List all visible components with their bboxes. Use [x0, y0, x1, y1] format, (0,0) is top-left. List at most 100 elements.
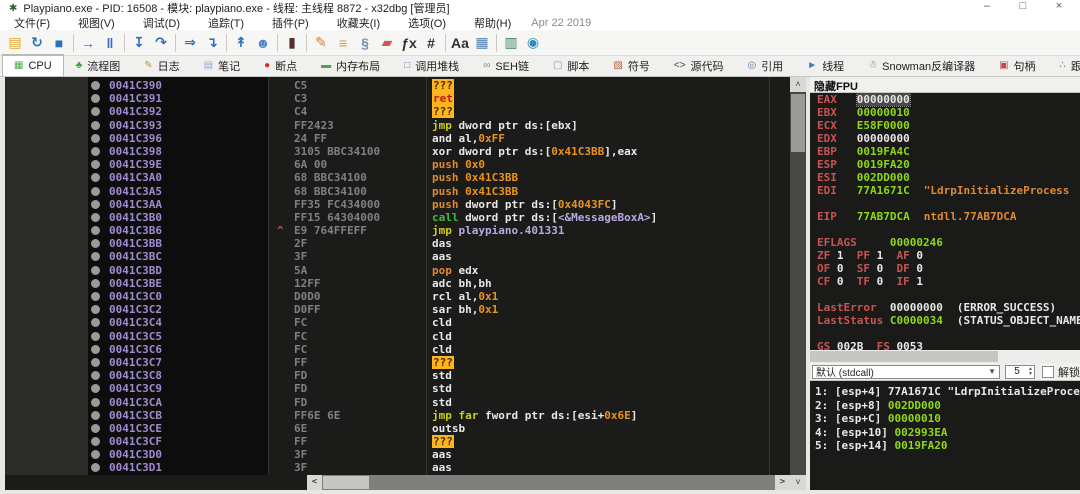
execute-till-return-icon[interactable]: ⇒: [179, 33, 201, 53]
disasm-row[interactable]: 0041C3C5 FC cld: [5, 330, 790, 343]
stop-icon[interactable]: ■: [48, 33, 70, 53]
stepper-down-icon[interactable]: ▼: [1028, 371, 1033, 377]
animate-into-icon[interactable]: ↟: [230, 33, 252, 53]
stack-argument-row[interactable]: 1: [esp+4] 77A1671C "LdrpInitializeProce…: [810, 385, 1080, 399]
register-value[interactable]: 002DD000: [857, 171, 910, 184]
breakpoint-dot[interactable]: [91, 81, 100, 90]
breakpoint-dot[interactable]: [91, 186, 100, 196]
scroll-right-arrow[interactable]: >: [775, 475, 790, 490]
tab-notes[interactable]: ▤ 笔记: [192, 55, 252, 76]
disasm-row[interactable]: 0041C396 24 FF and al,0xFF: [5, 132, 790, 145]
breakpoint-dot[interactable]: [91, 226, 100, 236]
disasm-row[interactable]: 0041C3C9 FD std: [5, 382, 790, 395]
breakpoint-dot[interactable]: [91, 357, 100, 367]
breakpoint-dot[interactable]: [91, 463, 100, 473]
tab-log[interactable]: ✎ 日志: [132, 55, 191, 76]
breakpoint-dot[interactable]: [91, 437, 100, 447]
tab-script[interactable]: ▢ 脚本: [541, 55, 601, 76]
hide-debugger-icon[interactable]: ▮: [281, 33, 303, 53]
disasm-horizontal-scrollbar[interactable]: < >: [307, 475, 790, 490]
flag-value[interactable]: 0053: [897, 340, 937, 350]
disasm-row[interactable]: 0041C39E 6A 00 push 0x0: [5, 158, 790, 171]
comments-icon[interactable]: ≡: [332, 33, 354, 53]
disasm-row[interactable]: 0041C393 FF2423 jmp dword ptr ds:[ebx]: [5, 119, 790, 132]
registers-scroll-thumb[interactable]: [810, 351, 998, 362]
breakpoint-dot[interactable]: [91, 292, 100, 301]
tab-cpu[interactable]: ▦ CPU: [2, 54, 64, 76]
breakpoint-dot[interactable]: [91, 133, 100, 143]
tab-seh-chain[interactable]: ∞ SEH链: [471, 55, 541, 76]
register-value[interactable]: 0019FA20: [857, 158, 910, 171]
disasm-row[interactable]: 0041C391 C3 ret: [5, 92, 790, 106]
register-value[interactable]: C0000034: [890, 314, 943, 327]
disasm-row[interactable]: 0041C398 3105 BBC34100 xor dword ptr ds:[0…: [5, 145, 790, 158]
breakpoint-dot[interactable]: [91, 239, 100, 249]
disasm-row[interactable]: 0041C3B0 FF15 64304000 call dword ptr ds:[…: [5, 211, 790, 224]
disasm-row[interactable]: 0041C3C7 FF???: [5, 355, 790, 369]
register-value[interactable]: 00000010: [857, 106, 910, 119]
minimize-button[interactable]: –: [980, 0, 994, 12]
disasm-row[interactable]: 0041C3C8 FD std: [5, 369, 790, 382]
breakpoint-dot[interactable]: [91, 278, 100, 288]
disasm-row[interactable]: 0041C3BE 12FF adc bh,bh: [5, 277, 790, 290]
tab-references[interactable]: ◎ 引用: [736, 55, 796, 76]
open-file-icon[interactable]: ▤: [4, 33, 26, 53]
breakpoint-dot[interactable]: [91, 423, 100, 433]
breakpoint-dot[interactable]: [91, 450, 100, 460]
tab-trace[interactable]: ∴ 跟踪: [1048, 55, 1080, 76]
breakpoint-dot[interactable]: [91, 384, 100, 394]
disasm-row[interactable]: 0041C3B6 ^ E9 764FFEFF jmp playpiano.401331: [5, 224, 790, 237]
stack-argument-row[interactable]: 4: [esp+10] 002993EA: [810, 426, 1080, 440]
breakpoint-dot[interactable]: [91, 344, 100, 354]
breakpoint-dot[interactable]: [91, 305, 100, 315]
flag-value[interactable]: 1: [916, 275, 936, 288]
flag-value[interactable]: 0: [877, 262, 897, 275]
notebook-icon[interactable]: ▥: [500, 33, 522, 53]
flag-value[interactable]: 1: [877, 249, 897, 262]
disasm-row[interactable]: 0041C392 C4???: [5, 105, 790, 119]
register-value[interactable]: 0019FA4C: [857, 145, 910, 158]
tab-breakpoints[interactable]: ● 断点: [252, 55, 309, 76]
menu-trace[interactable]: 追踪(T): [194, 15, 258, 31]
calculator-icon[interactable]: ▦: [471, 33, 493, 53]
font-icon[interactable]: Aa: [449, 33, 471, 53]
register-value[interactable]: 00000000: [855, 93, 911, 107]
disasm-row[interactable]: 0041C3C2 D0FF sar bh,0x1: [5, 303, 790, 316]
vertical-scroll-thumb[interactable]: [791, 94, 805, 152]
register-value[interactable]: 77A1671C: [857, 184, 910, 197]
scroll-down-arrow[interactable]: ˅: [790, 475, 806, 490]
disasm-row[interactable]: 0041C3A5 68 BBC34100 push 0x41C3BB: [5, 185, 790, 198]
menu-help[interactable]: 帮助(H): [460, 15, 525, 31]
disasm-row[interactable]: 0041C3CF FF???: [5, 435, 790, 449]
breakpoint-dot[interactable]: [91, 318, 100, 328]
unlock-checkbox[interactable]: [1042, 365, 1054, 378]
pause-icon[interactable]: ‖: [99, 33, 121, 53]
tab-graph[interactable]: ♣ 流程图: [64, 55, 133, 76]
breakpoint-dot[interactable]: [91, 371, 100, 381]
step-out-icon[interactable]: ↴: [201, 33, 223, 53]
stack-argument-row[interactable]: 3: [esp+C] 00000010: [810, 412, 1080, 426]
horizontal-scroll-thumb[interactable]: [323, 476, 369, 489]
step-into-icon[interactable]: ↧: [128, 33, 150, 53]
disasm-row[interactable]: 0041C3BB 2F das: [5, 237, 790, 250]
stack-argument-row[interactable]: 2: [esp+8] 002DD000: [810, 399, 1080, 413]
argument-count-stepper[interactable]: 5 ▲ ▼: [1005, 364, 1035, 379]
tab-memory-map[interactable]: ▬ 内存布局: [309, 55, 392, 76]
close-button[interactable]: ×: [1052, 0, 1066, 12]
tab-threads[interactable]: ► 线程: [795, 55, 856, 76]
menu-view[interactable]: 视图(V): [64, 15, 129, 31]
flag-value[interactable]: 002B: [837, 340, 877, 350]
flag-value[interactable]: 0: [837, 275, 857, 288]
disasm-row[interactable]: 0041C3BC 3F aas: [5, 250, 790, 263]
stepper-arrows[interactable]: ▲ ▼: [1028, 366, 1034, 377]
scroll-up-arrow[interactable]: ˄: [790, 77, 806, 92]
disasm-row[interactable]: 0041C3C0 D0D0 rcl al,0x1: [5, 290, 790, 303]
tab-source[interactable]: <> 源代码: [662, 55, 736, 76]
tab-call-stack[interactable]: □ 调用堆栈: [392, 55, 471, 76]
eraser-icon[interactable]: ▰: [376, 33, 398, 53]
register-value[interactable]: 77AB7DCA: [857, 210, 910, 223]
disasm-row[interactable]: 0041C3A0 68 BBC34100 push 0x41C3BB: [5, 171, 790, 184]
breakpoint-dot[interactable]: [91, 107, 100, 117]
disasm-row[interactable]: 0041C3C6 FC cld: [5, 343, 790, 356]
disasm-row[interactable]: 0041C3AA FF35 FC434000 push dword ptr ds:[…: [5, 198, 790, 211]
